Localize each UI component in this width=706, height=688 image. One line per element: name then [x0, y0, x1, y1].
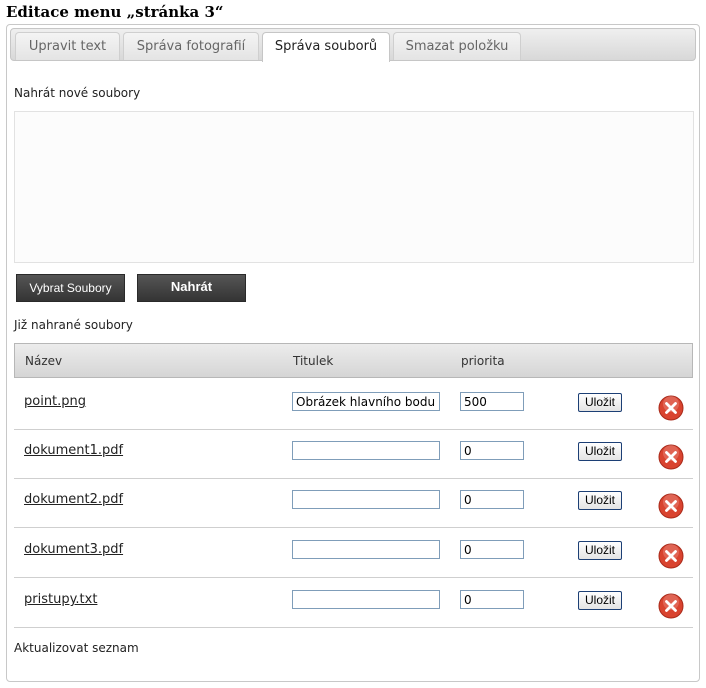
column-title: Titulek: [293, 354, 334, 368]
file-title-input[interactable]: [292, 441, 440, 460]
uploaded-files-heading: Již nahrané soubory: [14, 318, 133, 332]
refresh-list-link[interactable]: Aktualizovat seznam: [14, 641, 139, 655]
tab-photo-management[interactable]: Správa fotografií: [123, 32, 259, 60]
save-button[interactable]: Uložit: [578, 541, 622, 560]
delete-icon[interactable]: [658, 543, 684, 569]
save-button[interactable]: Uložit: [578, 591, 622, 610]
save-button[interactable]: Uložit: [578, 491, 622, 510]
select-files-button[interactable]: Vybrat Soubory: [16, 274, 125, 302]
upload-dropzone[interactable]: [14, 111, 694, 263]
column-name: Název: [25, 354, 63, 368]
save-button[interactable]: Uložit: [578, 393, 622, 412]
delete-icon[interactable]: [658, 493, 684, 519]
delete-icon[interactable]: [658, 593, 684, 619]
table-row: pristupy.txt Uložit: [14, 579, 693, 628]
file-name-link[interactable]: pristupy.txt: [24, 592, 97, 607]
table-row: dokument3.pdf Uložit: [14, 529, 693, 578]
file-priority-input[interactable]: [460, 392, 524, 411]
file-title-input[interactable]: [292, 590, 440, 609]
file-priority-input[interactable]: [460, 590, 524, 609]
column-priority: priorita: [461, 354, 505, 368]
file-priority-input[interactable]: [460, 540, 524, 559]
delete-icon[interactable]: [658, 444, 684, 470]
delete-icon[interactable]: [658, 395, 684, 421]
file-name-link[interactable]: dokument2.pdf: [24, 492, 123, 507]
table-row: point.png Uložit: [14, 381, 693, 430]
file-name-link[interactable]: dokument3.pdf: [24, 542, 123, 557]
files-table-header: Název Titulek priorita: [14, 343, 693, 378]
file-name-link[interactable]: dokument1.pdf: [24, 443, 123, 458]
file-title-input[interactable]: [292, 490, 440, 509]
file-name-link[interactable]: point.png: [24, 394, 86, 409]
upload-heading: Nahrát nové soubory: [14, 86, 141, 100]
table-row: dokument2.pdf Uložit: [14, 479, 693, 528]
table-row: dokument1.pdf Uložit: [14, 430, 693, 479]
file-priority-input[interactable]: [460, 441, 524, 460]
tab-edit-text[interactable]: Upravit text: [15, 32, 120, 60]
page-title: Editace menu „stránka 3“: [6, 3, 224, 21]
tab-file-management[interactable]: Správa souborů: [262, 32, 390, 62]
file-title-input[interactable]: [292, 540, 440, 559]
file-title-input[interactable]: [292, 392, 440, 411]
save-button[interactable]: Uložit: [578, 442, 622, 461]
tab-delete-item[interactable]: Smazat položku: [393, 32, 521, 60]
upload-button[interactable]: Nahrát: [137, 274, 246, 302]
tab-bar: Upravit text Správa fotografií Správa so…: [10, 28, 696, 62]
file-priority-input[interactable]: [460, 490, 524, 509]
